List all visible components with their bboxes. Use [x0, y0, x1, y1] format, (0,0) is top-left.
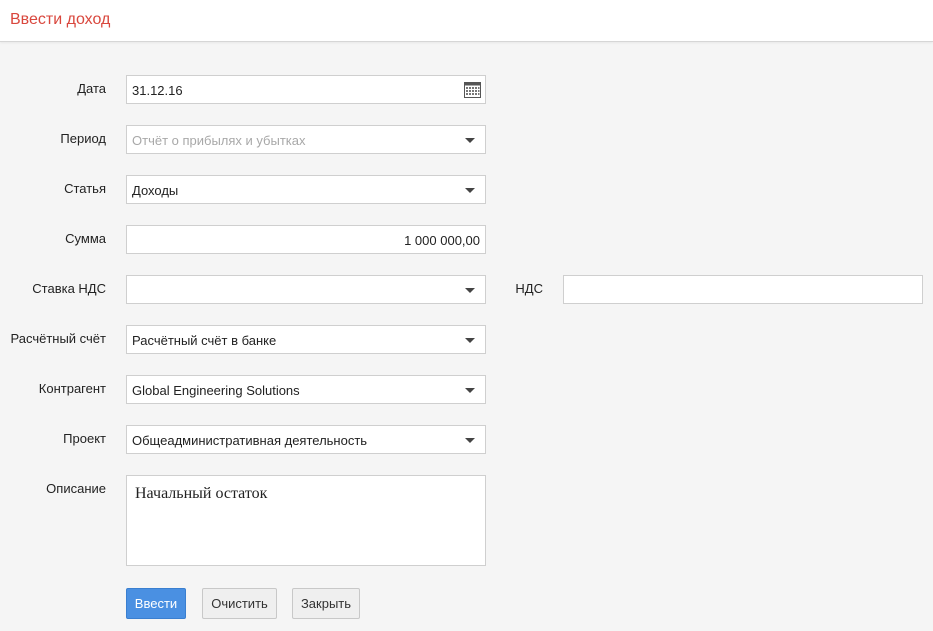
article-label: Статья [64, 181, 106, 196]
article-value: Доходы [132, 183, 179, 198]
counterparty-value: Global Engineering Solutions [132, 383, 300, 398]
chevron-down-icon [465, 388, 475, 393]
account-value: Расчётный счёт в банке [132, 333, 277, 348]
chevron-down-icon [465, 188, 475, 193]
period-label: Период [60, 131, 106, 146]
vat-rate-select[interactable] [126, 275, 486, 304]
date-value: 31.12.16 [132, 83, 183, 98]
vat-input[interactable] [563, 275, 923, 304]
description-value: Начальный остаток [135, 485, 268, 502]
article-select[interactable]: Доходы [126, 175, 486, 204]
date-field[interactable]: 31.12.16 [126, 75, 486, 104]
project-label: Проект [63, 431, 106, 446]
counterparty-select[interactable]: Global Engineering Solutions [126, 375, 486, 404]
amount-value: 1 000 000,00 [404, 233, 480, 248]
calendar-icon[interactable] [464, 81, 481, 98]
project-value: Общеадминистративная деятельность [132, 433, 368, 448]
description-label: Описание [46, 481, 106, 496]
vat-rate-label: Ставка НДС [32, 281, 106, 296]
clear-button[interactable]: Очистить [202, 588, 277, 619]
amount-input[interactable]: 1 000 000,00 [126, 225, 486, 254]
account-label: Расчётный счёт [10, 331, 107, 346]
chevron-down-icon [465, 338, 475, 343]
description-textarea[interactable]: Начальный остаток [126, 475, 486, 566]
period-select[interactable]: Отчёт о прибылях и убытках [126, 125, 486, 154]
project-select[interactable]: Общеадминистративная деятельность [126, 425, 486, 454]
submit-button[interactable]: Ввести [126, 588, 186, 619]
vat-label: НДС [515, 281, 543, 296]
period-placeholder: Отчёт о прибылях и убытках [132, 133, 306, 148]
account-select[interactable]: Расчётный счёт в банке [126, 325, 486, 354]
chevron-down-icon [465, 438, 475, 443]
date-label: Дата [77, 81, 106, 96]
page-header: Ввести доход [0, 0, 933, 42]
chevron-down-icon [465, 138, 475, 143]
close-button[interactable]: Закрыть [292, 588, 360, 619]
amount-label: Сумма [65, 231, 106, 246]
page-title: Ввести доход [10, 11, 111, 28]
counterparty-label: Контрагент [38, 381, 106, 396]
